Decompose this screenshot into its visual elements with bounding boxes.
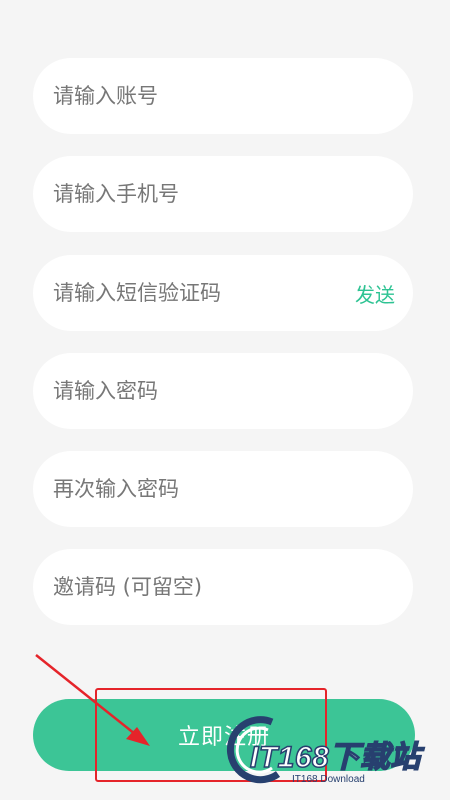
account-input[interactable] <box>53 84 393 108</box>
sms-code-input[interactable] <box>53 281 355 305</box>
send-code-button[interactable]: 发送 <box>355 279 395 308</box>
register-button[interactable]: 立即注册 <box>33 699 415 771</box>
invite-code-input[interactable] <box>53 575 393 599</box>
watermark-subtitle: IT168 Download <box>292 774 365 785</box>
password-input[interactable] <box>53 379 393 403</box>
confirm-password-input[interactable] <box>53 477 393 501</box>
password-field[interactable] <box>33 353 413 429</box>
confirm-password-field[interactable] <box>33 451 413 527</box>
phone-field[interactable] <box>33 156 413 232</box>
phone-input[interactable] <box>53 182 393 206</box>
sms-code-field[interactable]: 发送 <box>33 255 413 331</box>
register-button-label: 立即注册 <box>177 725 270 750</box>
account-field[interactable] <box>33 58 413 134</box>
invite-code-field[interactable] <box>33 549 413 625</box>
